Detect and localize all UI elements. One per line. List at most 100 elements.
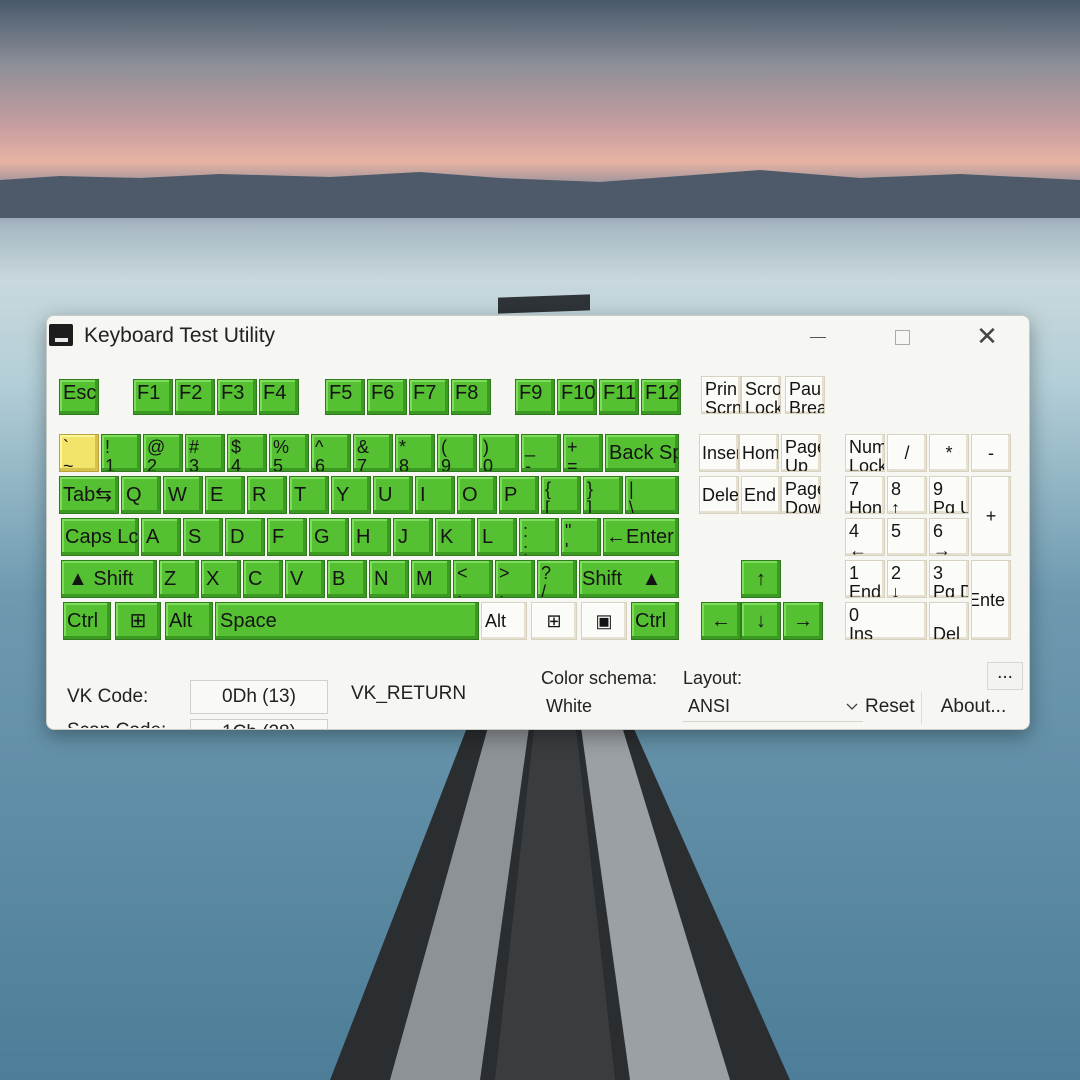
key-4[interactable]: $4 xyxy=(227,434,267,472)
key-home[interactable]: Hom xyxy=(739,434,779,472)
key-v[interactable]: V xyxy=(285,560,325,598)
key-slash[interactable]: ? / xyxy=(537,560,577,598)
key-print-screen[interactable]: Prin Scrn xyxy=(701,376,741,414)
minimize-button[interactable] xyxy=(795,320,839,354)
key-esc[interactable]: Esc xyxy=(59,379,99,415)
maximize-button[interactable] xyxy=(879,320,923,354)
key-arrow-right[interactable]: → xyxy=(783,602,823,640)
key-f10[interactable]: F10 xyxy=(557,379,597,415)
key-b[interactable]: B xyxy=(327,560,367,598)
key-numpad-4[interactable]: 4 ← xyxy=(845,518,885,556)
key-numpad-3[interactable]: 3Pg D xyxy=(929,560,969,598)
key-scroll-lock[interactable]: Scro Lock xyxy=(741,376,781,414)
key-7[interactable]: & 7 xyxy=(353,434,393,472)
key-numpad-decimal[interactable]: Del xyxy=(929,602,969,640)
key-f9[interactable]: F9 xyxy=(515,379,555,415)
key-w[interactable]: W xyxy=(163,476,203,514)
key-space[interactable]: Space xyxy=(215,602,479,640)
key-l[interactable]: L xyxy=(477,518,517,556)
key-y[interactable]: Y xyxy=(331,476,371,514)
key-right-bracket[interactable]: }] xyxy=(583,476,623,514)
key-left-windows[interactable]: ⊞ xyxy=(115,602,161,640)
key-right-ctrl[interactable]: Ctrl xyxy=(631,602,679,640)
key-n[interactable]: N xyxy=(369,560,409,598)
key-f2[interactable]: F2 xyxy=(175,379,215,415)
key-grave[interactable]: ` ~ xyxy=(59,434,99,472)
key-numpad-0[interactable]: 0 Ins xyxy=(845,602,927,640)
key-r[interactable]: R xyxy=(247,476,287,514)
key-a[interactable]: A xyxy=(141,518,181,556)
key-f4[interactable]: F4 xyxy=(259,379,299,415)
key-arrow-down[interactable]: ↓ xyxy=(741,602,781,640)
key-end[interactable]: End xyxy=(741,476,781,514)
key-right-windows[interactable]: ⊞ xyxy=(531,602,577,640)
key-left-shift[interactable]: ▲ Shift xyxy=(61,560,157,598)
key-p[interactable]: P xyxy=(499,476,539,514)
more-button[interactable]: ... xyxy=(987,662,1023,690)
key-right-alt[interactable]: Alt xyxy=(481,602,527,640)
key-numpad-1[interactable]: 1 End xyxy=(845,560,885,598)
key-pause-break[interactable]: Pau Brea xyxy=(785,376,825,414)
key-backslash[interactable]: | \ xyxy=(625,476,679,514)
key-delete[interactable]: Delet xyxy=(699,476,739,514)
key-numpad-divide[interactable]: / xyxy=(887,434,927,472)
key-e[interactable]: E xyxy=(205,476,245,514)
key-numpad-plus[interactable]: + xyxy=(971,476,1011,556)
key-9[interactable]: (9 xyxy=(437,434,477,472)
key-left-bracket[interactable]: {[ xyxy=(541,476,581,514)
key-i[interactable]: I xyxy=(415,476,455,514)
key-numpad-enter[interactable]: Ente xyxy=(971,560,1011,640)
key-page-up[interactable]: PageUp xyxy=(781,434,821,472)
key-insert[interactable]: Inser xyxy=(699,434,739,472)
key-numpad-5[interactable]: 5 xyxy=(887,518,927,556)
key-left-alt[interactable]: Alt xyxy=(165,602,213,640)
close-button[interactable]: ✕ xyxy=(965,320,1009,354)
key-5[interactable]: % 5 xyxy=(269,434,309,472)
key-num-lock[interactable]: Num Lock xyxy=(845,434,885,472)
key-numpad-minus[interactable]: - xyxy=(971,434,1011,472)
key-caps-lock[interactable]: Caps Lc xyxy=(61,518,139,556)
key-f[interactable]: F xyxy=(267,518,307,556)
key-semicolon[interactable]: :; xyxy=(519,518,559,556)
key-c[interactable]: C xyxy=(243,560,283,598)
reset-button[interactable]: Reset xyxy=(865,692,919,724)
key-menu[interactable]: ▣ xyxy=(581,602,627,640)
key-q[interactable]: Q xyxy=(121,476,161,514)
key-t[interactable]: T xyxy=(289,476,329,514)
key-left-ctrl[interactable]: Ctrl xyxy=(63,602,111,640)
key-f11[interactable]: F11 xyxy=(599,379,639,415)
key-numpad-7[interactable]: 7 Hon xyxy=(845,476,885,514)
key-m[interactable]: M xyxy=(411,560,451,598)
key-6[interactable]: ^ 6 xyxy=(311,434,351,472)
key-page-down[interactable]: PageDow xyxy=(781,476,821,514)
key-quote[interactable]: " ' xyxy=(561,518,601,556)
key-3[interactable]: #3 xyxy=(185,434,225,472)
key-z[interactable]: Z xyxy=(159,560,199,598)
key-x[interactable]: X xyxy=(201,560,241,598)
key-o[interactable]: O xyxy=(457,476,497,514)
key-u[interactable]: U xyxy=(373,476,413,514)
key-arrow-up[interactable]: ↑ xyxy=(741,560,781,598)
key-k[interactable]: K xyxy=(435,518,475,556)
key-j[interactable]: J xyxy=(393,518,433,556)
key-d[interactable]: D xyxy=(225,518,265,556)
key-8[interactable]: * 8 xyxy=(395,434,435,472)
about-button[interactable]: About... xyxy=(921,692,1025,724)
key-minus[interactable]: _ - xyxy=(521,434,561,472)
key-f7[interactable]: F7 xyxy=(409,379,449,415)
key-equals[interactable]: + = xyxy=(563,434,603,472)
key-numpad-2[interactable]: 2 ↓ xyxy=(887,560,927,598)
key-backspace[interactable]: Back Sp xyxy=(605,434,679,472)
key-f6[interactable]: F6 xyxy=(367,379,407,415)
key-1[interactable]: ! 1 xyxy=(101,434,141,472)
key-f12[interactable]: F12 xyxy=(641,379,681,415)
key-arrow-left[interactable]: ← xyxy=(701,602,741,640)
key-g[interactable]: G xyxy=(309,518,349,556)
key-enter[interactable]: ←Enter xyxy=(603,518,679,556)
layout-select[interactable]: ANSI xyxy=(683,692,863,722)
key-tab[interactable]: Tab⇆ xyxy=(59,476,119,514)
key-comma[interactable]: <, xyxy=(453,560,493,598)
key-f8[interactable]: F8 xyxy=(451,379,491,415)
key-f3[interactable]: F3 xyxy=(217,379,257,415)
key-period[interactable]: >. xyxy=(495,560,535,598)
